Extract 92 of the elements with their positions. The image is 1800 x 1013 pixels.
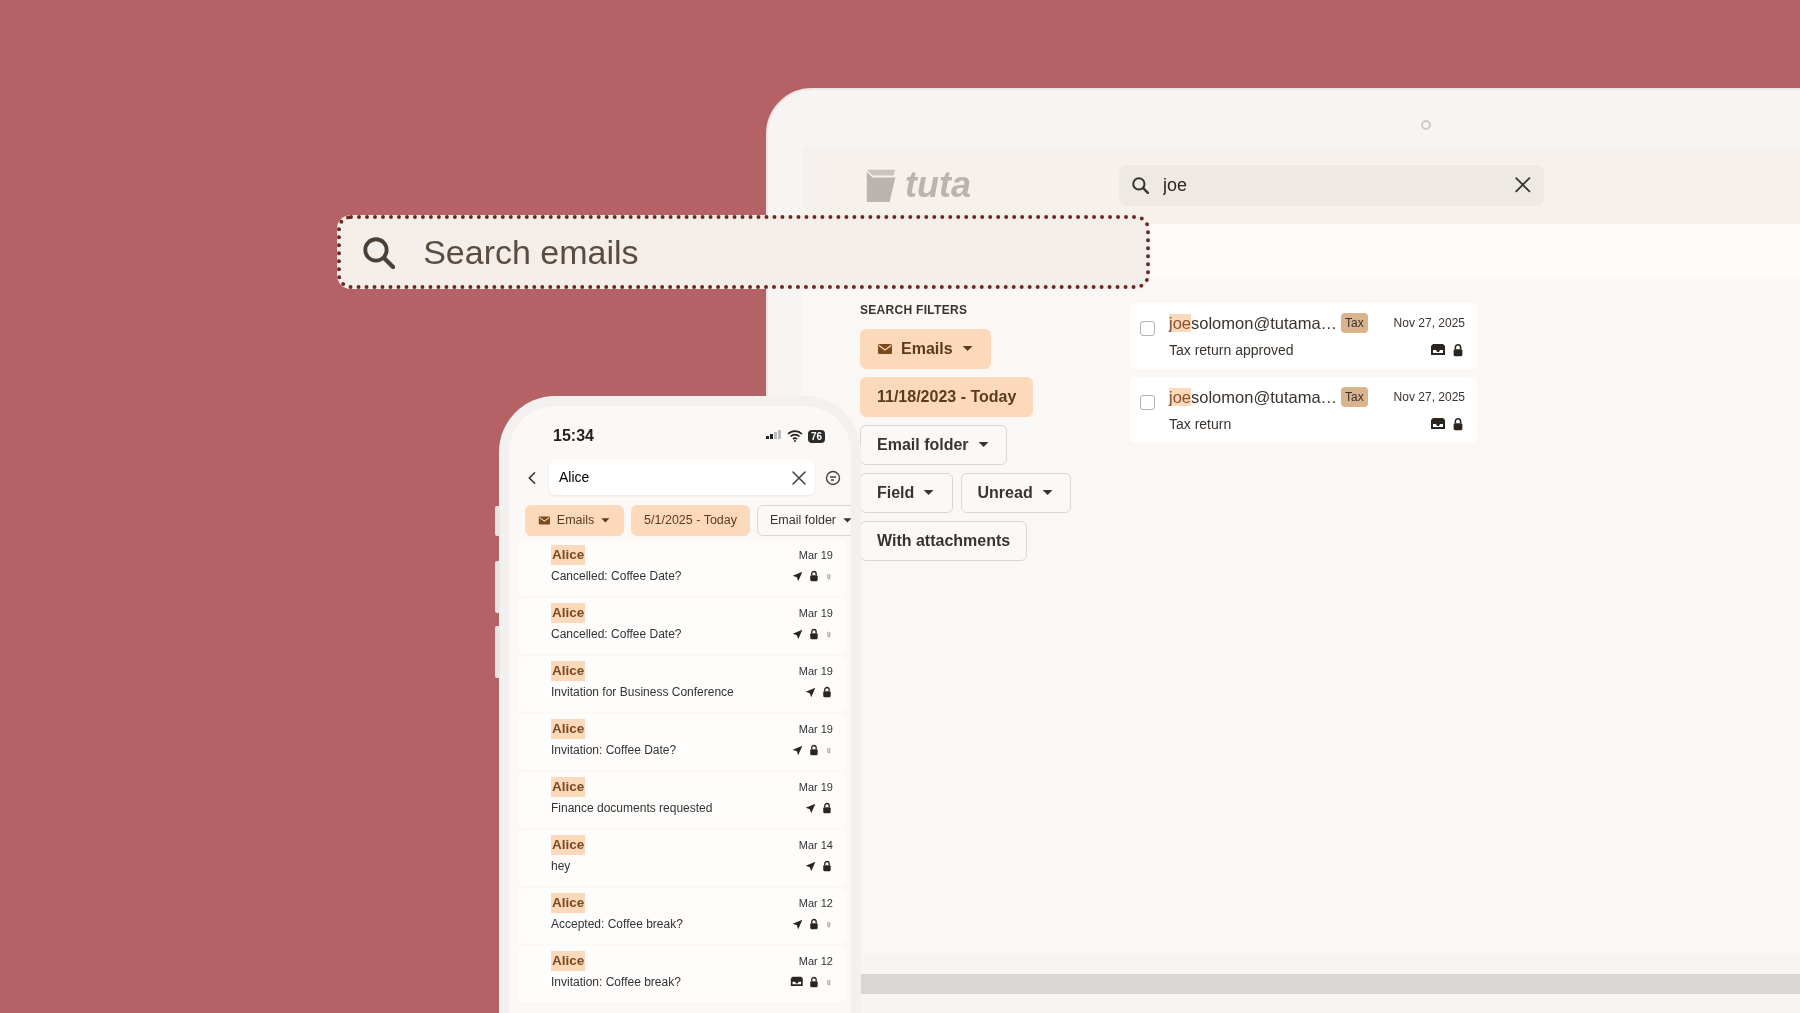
sender-name: Alice (551, 719, 586, 740)
email-date: Mar 14 (798, 837, 833, 853)
search-input[interactable]: Alice (557, 466, 791, 489)
search-icon (1131, 176, 1149, 194)
email-row[interactable]: Alice Mar 12 Accepted: Coffee break? (517, 888, 847, 944)
search-field[interactable]: joe (1119, 164, 1544, 206)
send-icon (805, 802, 817, 814)
filter-chip[interactable]: 5/1/2025 - Today (631, 505, 750, 536)
search-field[interactable]: Search emails (337, 215, 1150, 289)
email-subject: Invitation: Coffee break? (551, 974, 681, 992)
filter-button[interactable] (825, 469, 841, 486)
sender-name: Alice (551, 661, 586, 682)
lock-icon (808, 918, 821, 931)
filter-chip[interactable]: Field (860, 473, 953, 513)
send-icon (805, 860, 817, 872)
filter-chip[interactable]: With attachments (860, 521, 1028, 561)
email-row[interactable]: Alice Mar 12 Invitation: Coffee break? (517, 946, 847, 1002)
lock-icon (808, 628, 821, 641)
wifi-icon (786, 430, 803, 442)
sender-name: Alice (551, 545, 586, 566)
mail-icon (538, 514, 551, 527)
send-icon (792, 918, 804, 930)
send-icon (792, 744, 804, 756)
close-icon (791, 469, 807, 486)
signal-icon (765, 430, 782, 442)
filter-chip[interactable]: Emails (860, 329, 991, 369)
battery-level: 76 (807, 429, 825, 443)
email-subject: Accepted: Coffee break? (551, 916, 683, 934)
camera-dot (1421, 120, 1431, 130)
email-subject: Tax return (1169, 414, 1232, 434)
label-tag: Tax (1341, 313, 1368, 334)
filter-chip[interactable]: Unread (960, 473, 1071, 513)
email-date: Mar 19 (798, 663, 833, 679)
email-row[interactable]: Alice Mar 19 Cancelled: Coffee Date? (517, 598, 847, 654)
sender-address: joesolomon@tutama… (1169, 386, 1338, 408)
search-field[interactable]: Alice (549, 460, 815, 495)
email-date: Mar 19 (798, 605, 833, 621)
sender-name: Alice (551, 951, 586, 972)
filter-icon (825, 469, 841, 486)
logo-text: tuta (905, 167, 971, 203)
email-subject: Tax return approved (1169, 340, 1294, 360)
filter-chip[interactable]: Email folder (860, 425, 1007, 465)
email-row[interactable]: joesolomon@tutama… Tax Nov 27, 2025 Tax return (1130, 376, 1477, 443)
email-row[interactable]: Alice Mar 19 Invitation: Coffee Date? (517, 714, 847, 770)
email-date: Mar 19 (798, 721, 833, 737)
email-date: Mar 19 (798, 547, 833, 563)
send-icon (805, 686, 817, 698)
email-row[interactable]: Alice Mar 19 Cancelled: Coffee Date? (517, 540, 847, 596)
status-time: 15:34 (553, 426, 594, 446)
section-title: SEARCH FILTERS (860, 302, 969, 319)
mail-icon (877, 341, 893, 357)
label-tag: Tax (1341, 387, 1368, 408)
lock-icon (821, 802, 833, 815)
lock-icon (1451, 343, 1465, 358)
sender-address: joesolomon@tutama… (1169, 313, 1338, 334)
search-input[interactable]: Search emails (421, 225, 1126, 279)
send-icon (792, 628, 804, 640)
search-icon (361, 234, 396, 270)
filter-chip[interactable]: Emails (525, 505, 625, 536)
filter-chip[interactable]: Email folder (757, 505, 851, 536)
lock-icon (808, 744, 821, 757)
email-subject: Cancelled: Coffee Date? (551, 568, 682, 586)
sender-name: Alice (551, 835, 586, 856)
checkbox[interactable] (1140, 394, 1155, 410)
sender-name: Alice (551, 603, 586, 624)
email-date: Mar 12 (798, 895, 833, 911)
email-row[interactable]: Alice Mar 19 Invitation for Business Conference (517, 656, 847, 712)
email-row[interactable]: joesolomon@tutama… Tax Nov 27, 2025 Tax return approved (1130, 303, 1477, 369)
lock-icon (1451, 417, 1465, 431)
sender-name: Alice (551, 777, 586, 798)
lock-icon (808, 570, 821, 583)
email-subject: hey (551, 858, 571, 876)
checkbox[interactable] (1140, 321, 1155, 336)
lock-icon (808, 976, 821, 989)
email-subject: Invitation for Business Conference (551, 684, 734, 702)
email-subject: Finance documents requested (551, 800, 713, 818)
filter-chip[interactable]: 11/18/2023 - Today (860, 377, 1034, 417)
sender-name: Alice (551, 893, 586, 914)
lock-icon (821, 686, 833, 699)
email-subject: Cancelled: Coffee Date? (551, 626, 682, 644)
email-row[interactable]: Alice Mar 19 Finance documents requested (517, 772, 847, 828)
close-icon (1514, 176, 1532, 194)
email-subject: Invitation: Coffee Date? (551, 742, 677, 760)
lock-icon (821, 860, 833, 873)
search-input[interactable]: joe (1161, 170, 1503, 200)
email-row[interactable]: Alice Mar 14 hey (517, 830, 847, 886)
send-icon (792, 570, 804, 582)
email-date: Mar 19 (798, 779, 833, 795)
inbox-icon (1430, 416, 1446, 432)
email-date: Mar 12 (798, 953, 833, 969)
email-date: Nov 27, 2025 (1393, 315, 1465, 333)
email-date: Nov 27, 2025 (1393, 389, 1465, 407)
